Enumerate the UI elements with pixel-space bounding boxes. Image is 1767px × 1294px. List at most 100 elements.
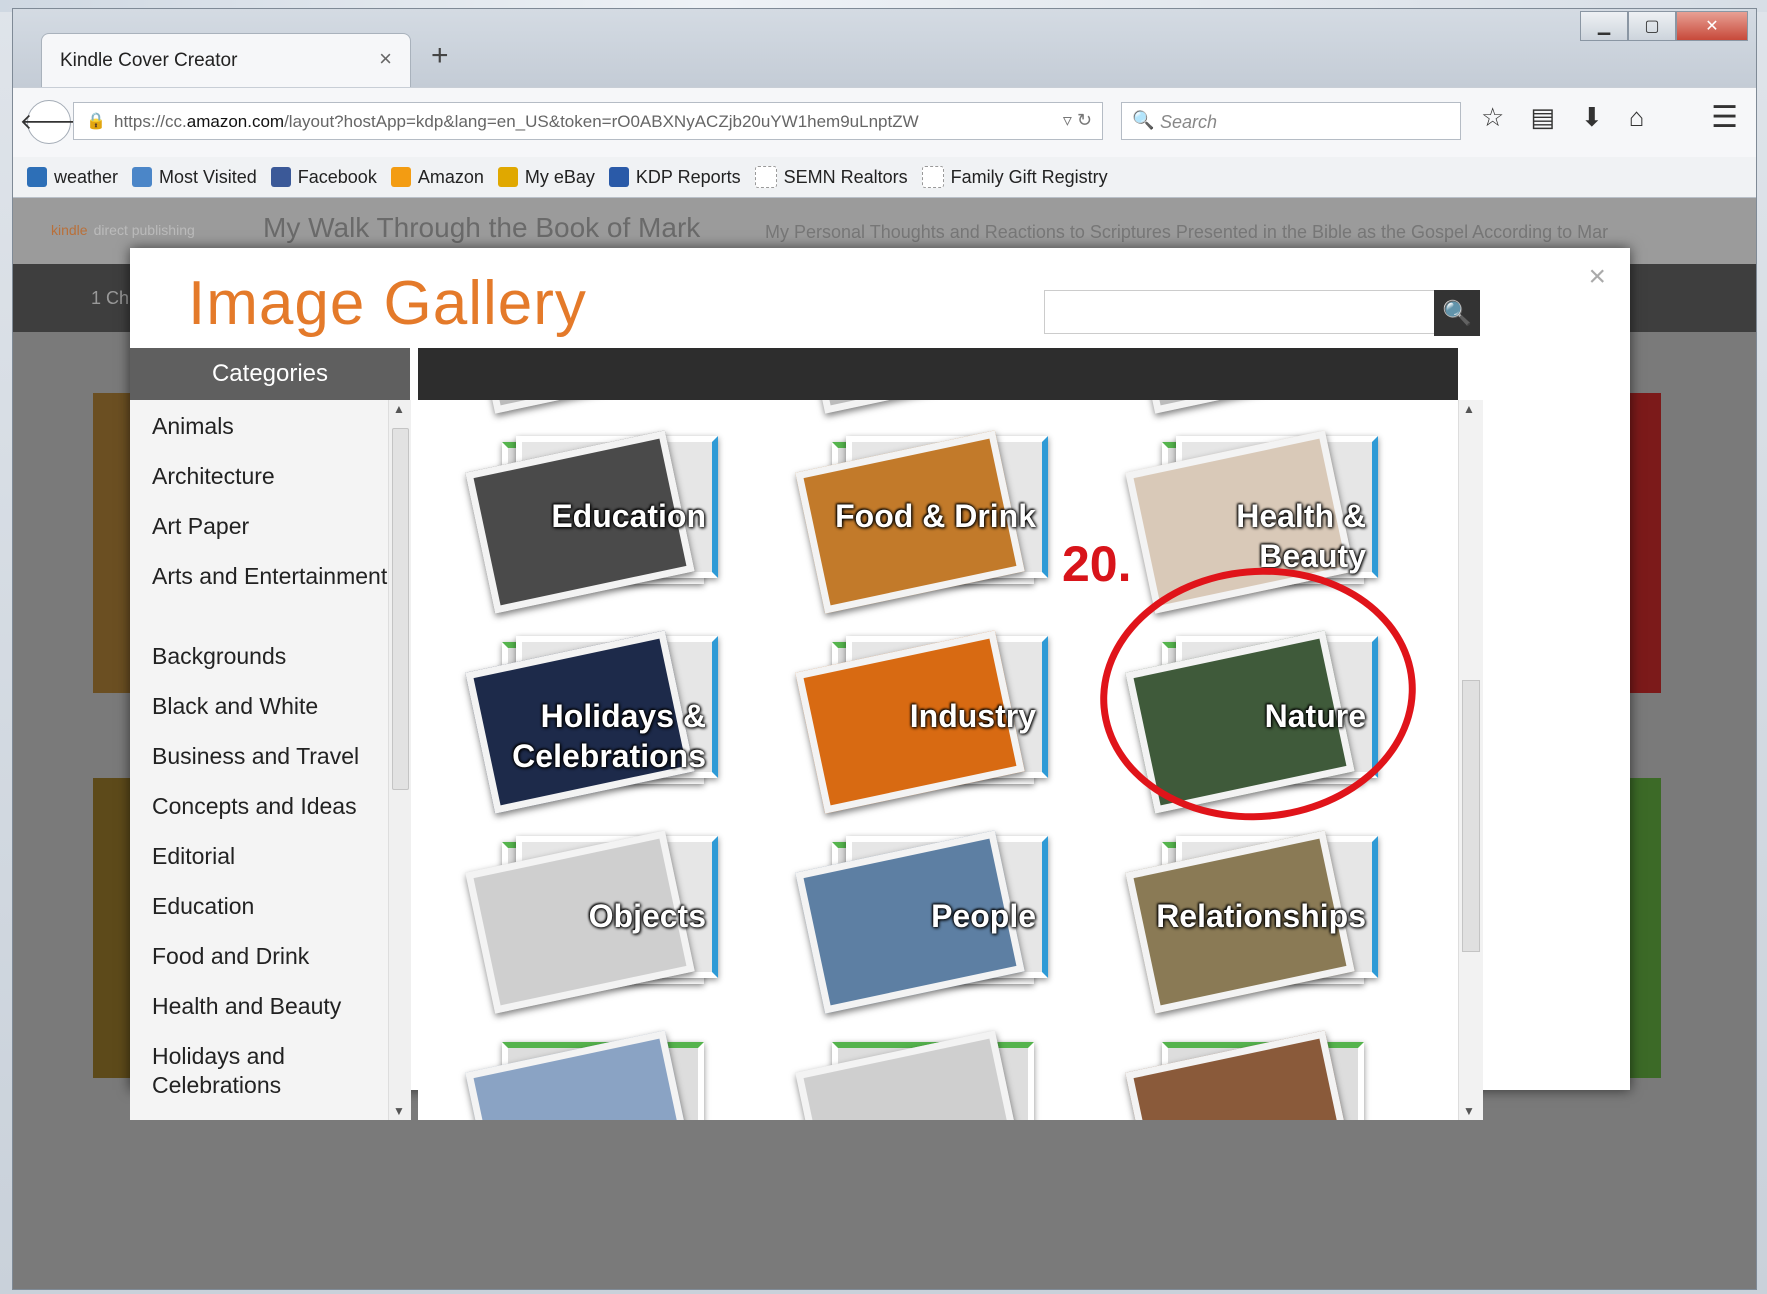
reload-icon[interactable]: ▿ ↻	[1063, 110, 1092, 131]
tile-label: People	[931, 898, 1036, 934]
category-item[interactable]: Art Paper	[152, 512, 392, 541]
tile-label: Holidays & Celebrations	[512, 698, 706, 774]
search-placeholder: Search	[1160, 112, 1218, 132]
category-item[interactable]: Backgrounds	[152, 642, 392, 671]
annotation-step-number: 20.	[1062, 536, 1132, 592]
tile-photo	[465, 400, 695, 414]
gallery-tile[interactable]: People	[795, 822, 1048, 1014]
kdp-toolbar-text: 1 Ch	[91, 288, 130, 308]
tile-photo	[1125, 400, 1355, 414]
close-window-button[interactable]: ✕	[1676, 11, 1748, 41]
bookmark-item[interactable]: KDP Reports	[608, 166, 741, 188]
category-item[interactable]: Black and White	[152, 692, 392, 721]
scrollbar-thumb[interactable]	[392, 428, 409, 790]
hamburger-menu-icon[interactable]: ☰	[1711, 100, 1738, 135]
tile-label: Relationships	[1156, 898, 1366, 934]
gallery-tile[interactable]: Food & Drink	[795, 422, 1048, 614]
scroll-up-icon[interactable]: ▲	[1463, 402, 1475, 416]
tab-strip: Kindle Cover Creator × + ▁ ▢ ✕	[13, 9, 1756, 88]
bookmark-label: Family Gift Registry	[950, 166, 1108, 187]
amazon-icon	[390, 167, 411, 187]
back-arrow-icon: 🡐	[19, 109, 79, 134]
gallery-tile[interactable]: Industry	[795, 622, 1048, 814]
bookmark-label: Most Visited	[159, 166, 257, 187]
tile-photo	[795, 400, 1025, 414]
ebay-icon	[497, 167, 518, 187]
facebook-icon	[270, 167, 291, 187]
gallery-search-button[interactable]: 🔍	[1434, 290, 1480, 336]
kdp-logo: kindle direct publishing	[51, 222, 195, 238]
scroll-down-icon[interactable]: ▼	[1463, 1104, 1475, 1118]
bookmark-label: Facebook	[297, 166, 377, 187]
bookmark-item[interactable]: SEMN Realtors	[754, 166, 908, 188]
new-tab-button[interactable]: +	[431, 39, 449, 73]
scroll-down-icon[interactable]: ▼	[393, 1104, 405, 1118]
bookmark-item[interactable]: Family Gift Registry	[921, 166, 1108, 188]
home-icon[interactable]: ⌂	[1629, 102, 1645, 133]
book-title: My Walk Through the Book of Mark	[263, 212, 701, 243]
most-visited-icon	[132, 167, 153, 187]
category-item[interactable]: Arts and Entertainment	[152, 562, 392, 591]
category-item[interactable]: Concepts and Ideas	[152, 792, 392, 821]
bookmark-star-icon[interactable]: ☆	[1481, 102, 1504, 133]
scroll-up-icon[interactable]: ▲	[393, 402, 405, 416]
toolbar-icons: ☆ ▤ ⬇ ⌂	[1481, 102, 1644, 133]
category-scrollbar[interactable]: ▲ ▼	[388, 400, 411, 1120]
navigation-bar: 🡐 🔒 https://cc.amazon.com/layout?hostApp…	[13, 87, 1756, 158]
modal-title: Image Gallery	[188, 269, 587, 338]
page-icon	[921, 166, 944, 188]
reading-list-icon[interactable]: ▤	[1530, 102, 1555, 133]
url-bar[interactable]: 🔒 https://cc.amazon.com/layout?hostApp=k…	[73, 102, 1103, 140]
kdp-icon	[608, 167, 629, 187]
tile-label: Industry	[909, 698, 1036, 734]
bookmark-label: My eBay	[524, 166, 595, 187]
gallery-scrollbar[interactable]: ▲ ▼	[1458, 400, 1483, 1120]
bookmark-label: Amazon	[417, 166, 484, 187]
gallery-tile[interactable]	[795, 400, 1036, 414]
back-button[interactable]: 🡐	[20, 100, 79, 144]
tile-label: Food & Drink	[835, 498, 1036, 534]
bookmark-label: KDP Reports	[635, 166, 741, 187]
tab-close-icon[interactable]: ×	[379, 46, 392, 72]
scrollbar-thumb[interactable]	[1462, 680, 1480, 952]
category-item[interactable]: Food and Drink	[152, 942, 392, 971]
browser-search-field[interactable]: 🔍 Search	[1121, 102, 1461, 140]
category-item[interactable]: Business and Travel	[152, 742, 392, 771]
tile-label: Objects	[588, 898, 706, 934]
category-item[interactable]: Editorial	[152, 842, 392, 871]
gallery-tile[interactable]: Relationships	[1125, 822, 1378, 1014]
maximize-button[interactable]: ▢	[1628, 11, 1676, 41]
bookmark-item[interactable]: Amazon	[390, 166, 484, 188]
gallery-tile[interactable]	[1125, 1022, 1366, 1120]
tile-label: Education	[551, 498, 706, 534]
category-item[interactable]: Animals	[152, 412, 392, 441]
minimize-button[interactable]: ▁	[1580, 11, 1628, 41]
gallery-tile[interactable]	[795, 1022, 1036, 1120]
gallery-header-bar	[418, 348, 1458, 400]
tab-kindle-cover-creator[interactable]: Kindle Cover Creator ×	[41, 33, 411, 88]
category-item[interactable]: Education	[152, 892, 392, 921]
category-item[interactable]: Holidays and Celebrations	[152, 1042, 392, 1100]
bookmark-item[interactable]: Facebook	[270, 166, 377, 188]
bookmark-item[interactable]: weather	[27, 167, 118, 188]
categories-header: Categories	[130, 348, 410, 400]
category-item[interactable]: Architecture	[152, 462, 392, 491]
gallery-tile[interactable]	[465, 1022, 706, 1120]
bookmark-item[interactable]: Most Visited	[132, 167, 257, 188]
category-list: Animals Architecture Art Paper Arts and Ent…	[130, 400, 410, 1120]
gallery-tile[interactable]	[1125, 400, 1366, 414]
search-icon: 🔍	[1442, 299, 1472, 327]
weather-icon	[27, 167, 47, 187]
tile-label: Health & Beauty	[1236, 498, 1366, 574]
search-icon: 🔍	[1132, 110, 1155, 130]
downloads-icon[interactable]: ⬇	[1581, 102, 1603, 133]
gallery-tile[interactable]: Education	[465, 422, 718, 614]
category-item[interactable]: Health and Beauty	[152, 992, 392, 1021]
gallery-tile[interactable]: Holidays & Celebrations	[465, 622, 718, 814]
gallery-tile[interactable]	[465, 400, 706, 414]
bookmark-item[interactable]: My eBay	[497, 166, 595, 188]
gallery-search-input[interactable]	[1044, 290, 1436, 334]
close-icon[interactable]: ×	[1588, 260, 1606, 294]
gallery-tile[interactable]: Objects	[465, 822, 718, 1014]
window-controls: ▁ ▢ ✕	[1580, 11, 1748, 41]
